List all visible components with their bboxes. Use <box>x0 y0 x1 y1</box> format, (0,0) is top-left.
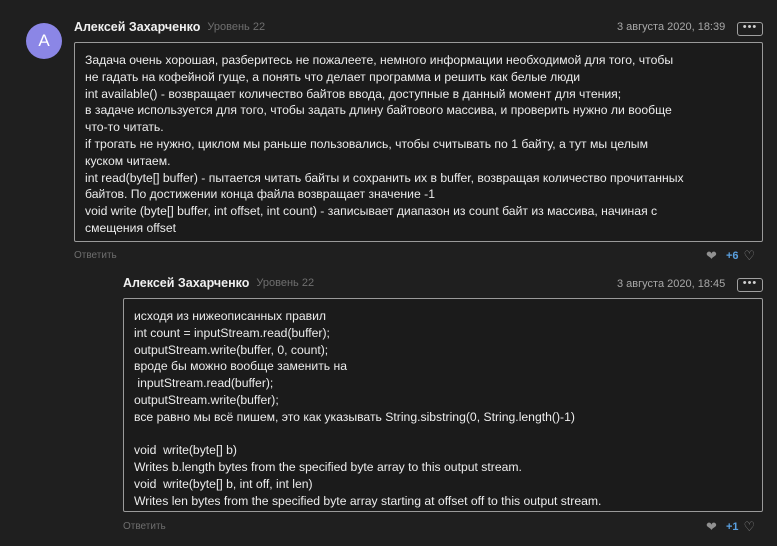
comment-line: int read(byte[] buffer) - пытается читат… <box>85 170 684 185</box>
comment-line: Задача очень хорошая, разберитесь не пож… <box>85 53 674 67</box>
likes-count: +6 <box>726 250 739 262</box>
comment-line: Writes b.length bytes from the specified… <box>134 460 522 475</box>
comment-header: Алексей Захарченко Уровень 22 <box>123 274 314 292</box>
reply-button[interactable]: Ответить <box>123 521 166 532</box>
comment-line <box>134 426 752 443</box>
likes-count: +1 <box>726 521 739 533</box>
comment-body: Задача очень хорошая, разберитесь не пож… <box>74 42 763 242</box>
comment-line: void write(byte[] b) <box>134 443 237 458</box>
comment-line: смещения offset <box>85 220 177 235</box>
more-options-button[interactable]: ••• <box>737 22 763 36</box>
comment-line: outputStream.write(buffer); <box>134 392 279 407</box>
broken-heart-icon[interactable]: ♡ <box>744 249 756 262</box>
comment-line: исходя из нижеописанных правил <box>134 309 327 323</box>
comment-line: int count = inputStream.read(buffer); <box>134 325 330 340</box>
avatar[interactable]: A <box>26 23 62 59</box>
comment-line: в задаче используется для того, чтобы за… <box>85 103 672 118</box>
comment-line: вроде бы можно вообще заменить на <box>134 359 348 374</box>
comment-line: что-то читать. <box>85 120 164 135</box>
comment-line: outputStream.write(buffer, 0, count); <box>134 342 329 357</box>
comment-line: int available() - возвращает количество … <box>85 86 622 101</box>
comment-line: void write(byte[] b, int off, int len) <box>134 476 313 491</box>
reply-button[interactable]: Ответить <box>74 250 117 261</box>
user-level: Уровень 22 <box>256 277 315 289</box>
comment-line: Writes len bytes from the specified byte… <box>134 493 602 508</box>
comment-date: 3 августа 2020, 18:39 <box>617 21 726 33</box>
vote-controls: ❤ +1 ♡ <box>706 520 756 533</box>
author-name[interactable]: Алексей Захарченко <box>123 276 249 290</box>
heart-icon[interactable]: ❤ <box>706 520 721 533</box>
comment-line: байтов. По достижении конца файла возвра… <box>85 187 435 202</box>
comment-date: 3 августа 2020, 18:45 <box>617 278 726 290</box>
vote-controls: ❤ +6 ♡ <box>706 249 756 262</box>
comment-line: не гадать на кофейной гуще, а понять что… <box>85 69 581 84</box>
author-name[interactable]: Алексей Захарченко <box>74 20 200 34</box>
user-level: Уровень 22 <box>207 21 266 33</box>
comment-header: Алексей Захарченко Уровень 22 <box>74 18 265 36</box>
comment-line: void write (byte[] buffer, int offset, i… <box>85 204 658 219</box>
heart-icon[interactable]: ❤ <box>706 249 721 262</box>
comment-body: исходя из нижеописанных правил int count… <box>123 298 763 512</box>
comment-line: if трогать не нужно, циклом мы раньше по… <box>85 136 648 151</box>
broken-heart-icon[interactable]: ♡ <box>744 520 756 533</box>
comment-line: куском читаем. <box>85 153 171 168</box>
comment-line: inputStream.read(buffer); <box>134 376 274 391</box>
more-options-button[interactable]: ••• <box>737 278 763 292</box>
comment-line: все равно мы всё пишем, это как указыват… <box>134 409 575 424</box>
